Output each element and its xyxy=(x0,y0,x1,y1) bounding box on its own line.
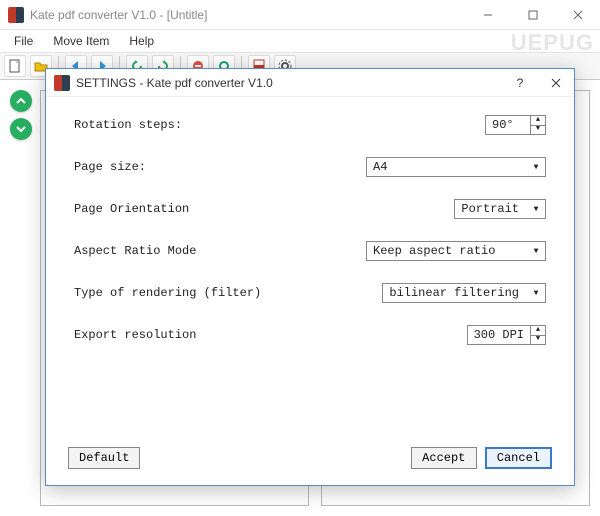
scroll-up-button[interactable] xyxy=(10,90,32,112)
menu-help[interactable]: Help xyxy=(119,32,164,50)
dialog-help-button[interactable]: ? xyxy=(502,69,538,97)
resolution-label: Export resolution xyxy=(74,328,467,342)
chevron-down-icon: ▼ xyxy=(527,242,545,260)
dialog-titlebar: SETTINGS - Kate pdf converter V1.0 ? xyxy=(46,69,574,97)
chevron-down-icon: ▼ xyxy=(527,200,545,218)
menu-move-item[interactable]: Move Item xyxy=(43,32,119,50)
dialog-title: SETTINGS - Kate pdf converter V1.0 xyxy=(76,76,273,90)
rendering-combo[interactable]: bilinear filtering ▼ xyxy=(382,283,546,303)
page-size-value: A4 xyxy=(367,160,527,174)
page-size-label: Page size: xyxy=(74,160,366,174)
spinner-down-icon[interactable]: ▼ xyxy=(531,126,545,135)
spinner-up-icon[interactable]: ▲ xyxy=(531,326,545,336)
default-button[interactable]: Default xyxy=(68,447,140,469)
cancel-button[interactable]: Cancel xyxy=(485,447,552,469)
aspect-label: Aspect Ratio Mode xyxy=(74,244,366,258)
dialog-app-icon xyxy=(54,75,70,91)
spinner-up-icon[interactable]: ▲ xyxy=(531,116,545,126)
rendering-label: Type of rendering (filter) xyxy=(74,286,382,300)
aspect-combo[interactable]: Keep aspect ratio ▼ xyxy=(366,241,546,261)
resolution-spinner[interactable]: 300 DPI ▲ ▼ xyxy=(467,325,546,345)
rotation-value: 90° xyxy=(486,116,530,134)
settings-dialog: SETTINGS - Kate pdf converter V1.0 ? Rot… xyxy=(45,68,575,486)
orientation-value: Portrait xyxy=(455,202,527,216)
page-size-combo[interactable]: A4 ▼ xyxy=(366,157,546,177)
accept-button[interactable]: Accept xyxy=(411,447,477,469)
dialog-footer: Default Accept Cancel xyxy=(46,437,574,485)
chevron-down-icon: ▼ xyxy=(527,284,545,302)
scroll-down-button[interactable] xyxy=(10,118,32,140)
menu-file[interactable]: File xyxy=(4,32,43,50)
resolution-value: 300 DPI xyxy=(468,326,530,344)
spinner-down-icon[interactable]: ▼ xyxy=(531,336,545,345)
dialog-close-button[interactable] xyxy=(538,69,574,97)
watermark: UEPUG xyxy=(511,30,594,56)
side-controls xyxy=(10,90,32,140)
window-title: Kate pdf converter V1.0 - [Untitle] xyxy=(30,8,207,22)
dialog-body: Rotation steps: 90° ▲ ▼ Page size: A4 ▼ xyxy=(46,97,574,437)
toolbar-new-icon[interactable] xyxy=(4,55,26,77)
orientation-label: Page Orientation xyxy=(74,202,454,216)
rendering-value: bilinear filtering xyxy=(383,286,527,300)
rotation-label: Rotation steps: xyxy=(74,118,485,132)
orientation-combo[interactable]: Portrait ▼ xyxy=(454,199,546,219)
minimize-button[interactable] xyxy=(465,0,510,30)
close-button[interactable] xyxy=(555,0,600,30)
main-titlebar: Kate pdf converter V1.0 - [Untitle] xyxy=(0,0,600,30)
maximize-button[interactable] xyxy=(510,0,555,30)
rotation-spinner[interactable]: 90° ▲ ▼ xyxy=(485,115,546,135)
app-icon xyxy=(8,7,24,23)
chevron-down-icon: ▼ xyxy=(527,158,545,176)
aspect-value: Keep aspect ratio xyxy=(367,244,527,258)
